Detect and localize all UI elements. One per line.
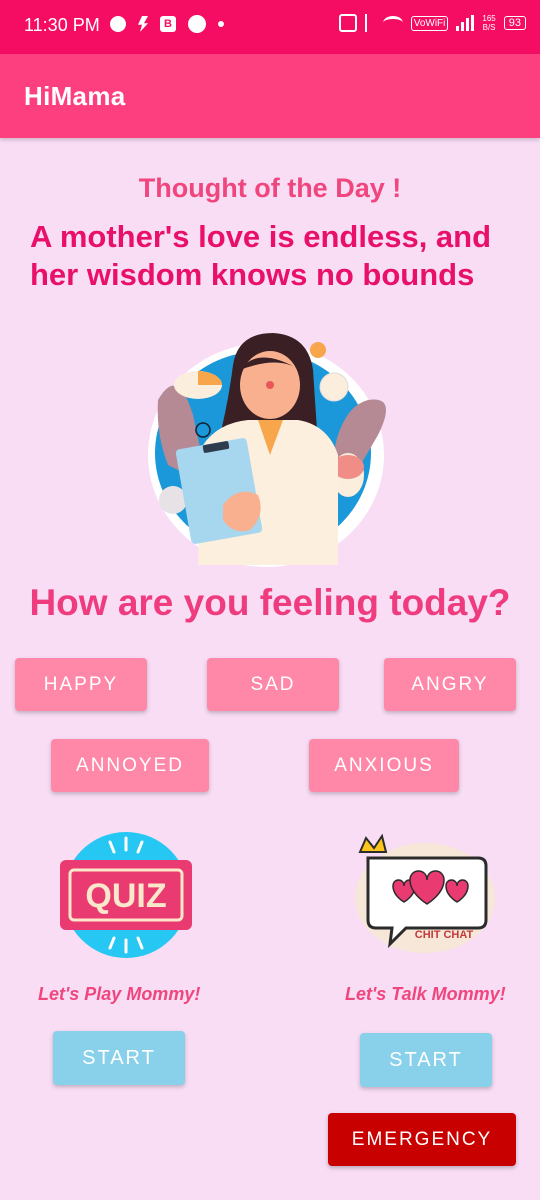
vowifi-badge: VoWiFi [410, 15, 449, 31]
network-speed: 165 B/S [482, 14, 495, 32]
feeling-title: How are you feeling today? [29, 582, 511, 623]
bolt-icon [138, 16, 148, 32]
quiz-start-button[interactable]: START [53, 1031, 185, 1085]
b-app-icon: B [160, 16, 176, 32]
vibrate-icon [338, 14, 357, 32]
chit-chat-badge-text: CHIT CHAT [415, 929, 474, 941]
signal-icon [456, 15, 475, 31]
quiz-caption: Let's Play Mommy! [38, 984, 201, 1004]
system-icons: VoWiFi 165 B/S 93 [338, 14, 526, 32]
circle-icon [188, 15, 206, 33]
quiz-badge-text: QUIZ [85, 877, 166, 915]
thought-title: Thought of the Day ! [138, 173, 402, 203]
app-bar: HiMama [0, 54, 540, 138]
bluetooth-icon [364, 14, 375, 32]
notification-icons: B [110, 15, 224, 33]
speed-unit: B/S [482, 23, 496, 32]
mood-button-angry[interactable]: ANGRY [384, 658, 516, 711]
battery-icon: 93 [503, 16, 526, 30]
thought-text: A mother's love is endless, and her wisd… [30, 219, 492, 292]
chat-bubble-icon [110, 16, 126, 32]
speed-value: 165 [482, 14, 496, 23]
chat-start-button[interactable]: START [360, 1033, 492, 1087]
mood-button-sad[interactable]: SAD [207, 658, 339, 711]
chit-chat-icon[interactable]: CHIT CHAT [340, 830, 495, 955]
dot-icon [218, 21, 224, 27]
mood-button-anxious[interactable]: ANXIOUS [309, 739, 459, 792]
status-bar: 11:30 PM B VoWiFi 165 B/S 93 [0, 0, 540, 54]
quiz-icon[interactable]: QUIZ [56, 830, 196, 960]
mood-button-happy[interactable]: HAPPY [15, 658, 147, 711]
emergency-button[interactable]: EMERGENCY [328, 1113, 516, 1166]
mother-illustration [148, 333, 386, 567]
app-title: HiMama [24, 81, 126, 111]
wifi-icon [382, 16, 403, 30]
mood-button-annoyed[interactable]: ANNOYED [51, 739, 209, 792]
status-time: 11:30 PM [24, 15, 100, 35]
chat-caption: Let's Talk Mommy! [345, 984, 506, 1004]
